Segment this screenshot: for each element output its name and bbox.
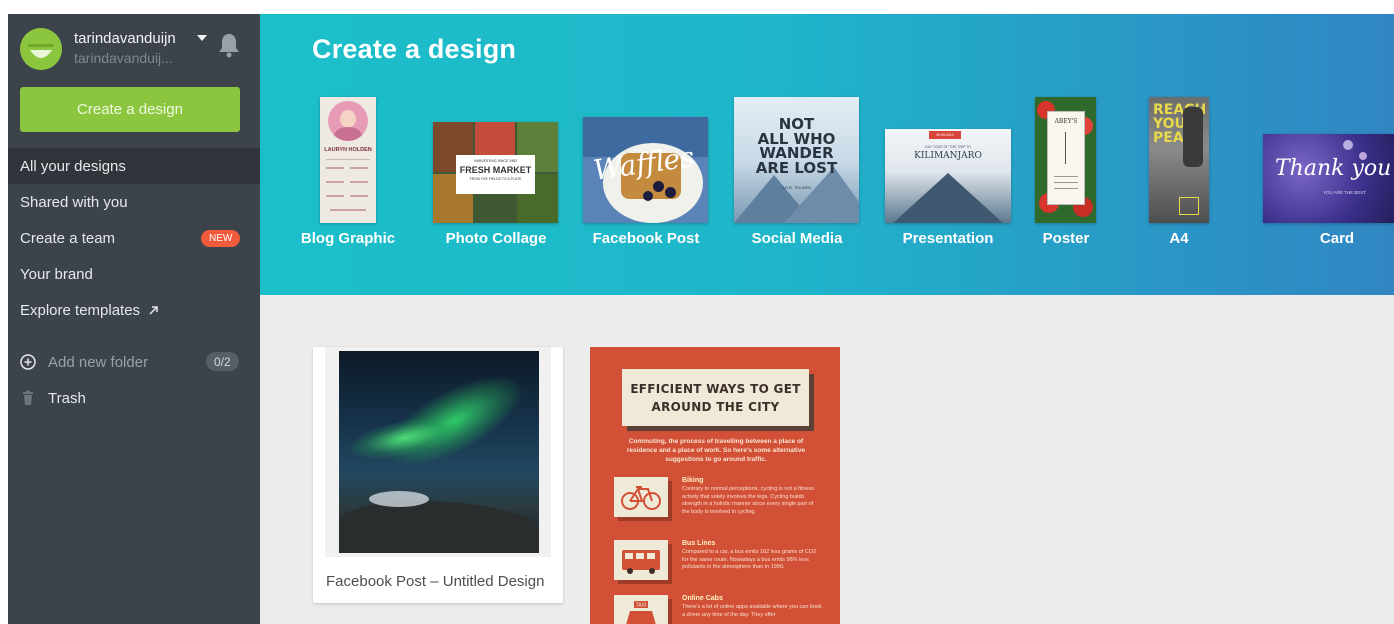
infographic-title-line: AROUND THE CITY — [651, 399, 780, 414]
poster-thumbnail: ABEY'S — [1035, 97, 1096, 223]
design-card-caption: Facebook Post – Untitled Design — [326, 573, 545, 590]
design-type-presentation[interactable]: 05.09.2014 DAY TOUR OF THE TRIP TO KILIM… — [870, 14, 1020, 254]
design-type-label: Social Media — [751, 230, 843, 247]
bicycle-icon-box — [614, 477, 668, 517]
sidebar-item-shared[interactable]: Shared with you — [8, 184, 260, 220]
user-email: tarindavanduij... — [74, 50, 173, 66]
infographic-item-title: Bus Lines — [682, 540, 716, 547]
design-type-photo-collage[interactable]: HARVESTING SINCE 1982 FRESH MARKET FROM … — [400, 14, 558, 254]
design-type-a4[interactable]: REACH YOUR PEAK A4 — [1130, 14, 1240, 254]
avatar[interactable] — [20, 28, 62, 70]
bell-icon[interactable] — [218, 32, 240, 58]
infographic-item-title: Online Cabs — [682, 595, 723, 602]
infographic-title-line: EFFICIENT WAYS TO GET — [630, 381, 801, 396]
design-type-card[interactable]: Thank you YOU ARE THE BEST Card — [1240, 14, 1394, 254]
a4-thumbnail: REACH YOUR PEAK — [1149, 97, 1209, 223]
create-design-hero: Create a design LAURYN HOLDEN Blog Graph… — [260, 14, 1394, 295]
bus-icon — [622, 550, 660, 574]
photo-collage-thumbnail: HARVESTING SINCE 1982 FRESH MARKET FROM … — [433, 122, 558, 223]
bus-icon-box — [614, 540, 668, 580]
create-design-button[interactable]: Create a design — [20, 87, 240, 132]
infographic-item: Biking Contrary to normal perceptions, c… — [614, 477, 824, 537]
sidebar-item-brand[interactable]: Your brand — [8, 256, 260, 292]
collage-thumb-tagline: FROM THE FIELDS TO A PLATE — [469, 177, 522, 181]
facebook-post-thumbnail: Waffles — [583, 117, 708, 223]
card-thumb-subtitle: YOU ARE THE BEST — [1323, 190, 1367, 195]
sidebar-item-label: All your designs — [20, 157, 126, 175]
design-card-infographic[interactable]: EFFICIENT WAYS TO GET AROUND THE CITY Co… — [590, 347, 840, 624]
design-type-poster[interactable]: ABEY'S Poster — [1020, 14, 1130, 254]
sidebar-nav: All your designs Shared with you Create … — [8, 148, 276, 328]
card-thumb-title: Thank you — [1275, 156, 1392, 181]
sidebar-item-label: Create a team — [20, 229, 116, 247]
add-folder-label: Add new folder — [48, 353, 149, 371]
social-media-thumbnail: NOT ALL WHO WANDER ARE LOST J.R.R. TOLKI… — [734, 97, 859, 223]
presentation-thumbnail: 05.09.2014 DAY TOUR OF THE TRIP TO KILIM… — [885, 129, 1011, 223]
sidebar-item-label: Your brand — [20, 265, 93, 283]
card-thumbnail: Thank you YOU ARE THE BEST — [1263, 134, 1394, 223]
bicycle-icon — [621, 486, 661, 510]
design-type-label: A4 — [1169, 230, 1189, 247]
design-type-label: Card — [1319, 230, 1355, 247]
blog-graphic-thumbnail: LAURYN HOLDEN — [320, 97, 376, 223]
collage-thumb-title: FRESH MARKET — [459, 165, 532, 175]
sidebar-item-label: Explore templates — [20, 301, 141, 319]
infographic-item-text: Compared to a car, a bus emits 162 less … — [682, 549, 817, 571]
design-type-label: Facebook Post — [592, 230, 700, 247]
smiley-avatar-icon — [20, 28, 62, 70]
presentation-thumb-kicker: DAY TOUR OF THE TRIP TO — [925, 145, 971, 149]
trash-label: Trash — [48, 389, 86, 407]
add-circle-icon — [20, 354, 36, 370]
taxi-label: TAXI — [636, 603, 647, 609]
infographic-item: Bus Lines Compared to a car, a bus emits… — [614, 540, 824, 600]
design-type-social-media[interactable]: NOT ALL WHO WANDER ARE LOST J.R.R. TOLKI… — [700, 14, 870, 254]
design-type-facebook-post[interactable]: Waffles Facebook Post — [550, 14, 708, 254]
trash-icon — [23, 390, 33, 405]
design-type-label: Blog Graphic — [300, 230, 396, 247]
infographic-item-title: Biking — [682, 477, 704, 484]
sidebar-item-explore-templates[interactable]: Explore templates — [8, 292, 260, 328]
sidebar-item-all-designs[interactable]: All your designs — [8, 148, 276, 184]
taxi-icon: TAXI — [626, 601, 656, 624]
quote-author: J.R.R. TOLKIEN — [781, 185, 812, 190]
presentation-thumb-title: KILIMANJARO — [914, 151, 982, 161]
design-type-blog-graphic[interactable]: LAURYN HOLDEN Blog Graphic — [260, 14, 400, 254]
sidebar-item-label: Shared with you — [20, 193, 128, 211]
infographic-item-text: There's a lot of online apps available w… — [682, 604, 822, 618]
taxi-icon-box: TAXI — [614, 595, 668, 624]
new-badge: NEW — [201, 230, 241, 247]
design-type-label: Photo Collage — [445, 230, 547, 247]
username: tarindavanduijn — [74, 30, 176, 47]
sidebar-item-create-team[interactable]: Create a team NEW — [8, 220, 260, 256]
chevron-down-icon[interactable] — [197, 35, 207, 41]
folder-count-badge: 0/2 — [206, 352, 239, 371]
add-folder-button[interactable]: Add new folder 0/2 — [8, 344, 260, 380]
design-thumbnail — [325, 347, 551, 557]
folder-section: Add new folder 0/2 Trash — [8, 344, 260, 416]
blog-thumb-title: LAURYN HOLDEN — [324, 147, 372, 153]
infographic-item: TAXI Online Cabs There's a lot of online… — [614, 595, 824, 624]
sidebar-item-trash[interactable]: Trash — [8, 380, 260, 416]
poster-thumb-title: ABEY'S — [1054, 118, 1078, 125]
collage-thumb-subtitle: HARVESTING SINCE 1982 — [473, 159, 518, 163]
user-menu[interactable]: tarindavanduijn tarindavanduij... — [8, 14, 260, 80]
infographic-intro: Commuting, the process of travelling bet… — [626, 438, 806, 463]
your-designs-area: Facebook Post – Untitled Design EFFICIEN… — [260, 295, 1394, 624]
infographic-item-text: Contrary to normal perceptions, cycling … — [682, 486, 815, 515]
quote-line: ARE LOST — [755, 158, 838, 177]
presentation-thumb-date: 05.09.2014 — [929, 131, 961, 139]
sidebar: tarindavanduijn tarindavanduij... Create… — [8, 14, 276, 624]
external-arrow-icon — [149, 305, 158, 315]
design-card[interactable]: Facebook Post – Untitled Design — [313, 347, 563, 603]
design-type-label: Poster — [1042, 230, 1090, 247]
infographic-title: EFFICIENT WAYS TO GET AROUND THE CITY — [622, 369, 809, 426]
design-type-label: Presentation — [902, 230, 994, 247]
